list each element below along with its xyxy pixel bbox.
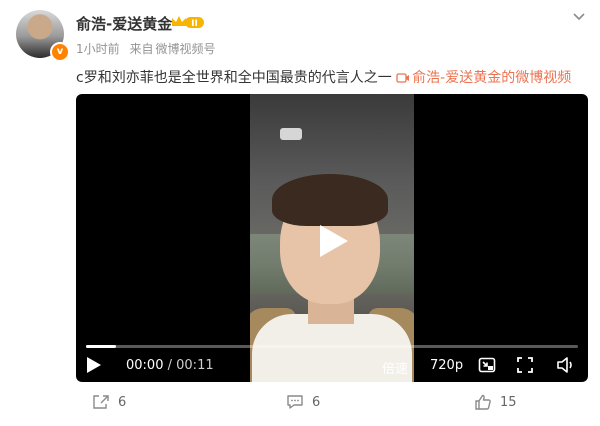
chevron-down-icon[interactable] (570, 8, 588, 26)
post-text: c罗和刘亦菲也是全世界和全中国最贵的代言人之一 俞浩-爱送黄金的微博视频 (76, 67, 571, 87)
member-crown-badge[interactable]: II (170, 14, 206, 30)
thumbs-up-icon (475, 394, 491, 410)
video-icon (396, 73, 410, 83)
duration: 00:11 (176, 358, 214, 373)
post-time[interactable]: 1小时前 (76, 42, 120, 56)
badge-level: II (191, 19, 198, 29)
quality-button[interactable]: 720p (430, 358, 463, 373)
share-icon (93, 395, 109, 409)
video-link-label[interactable]: 俞浩-爱送黄金的微博视频 (412, 70, 571, 86)
post-body: c罗和刘亦菲也是全世界和全中国最贵的代言人之一 (76, 70, 392, 86)
comment-count: 6 (312, 394, 321, 410)
comment-icon (287, 395, 303, 409)
time-separator: / (167, 358, 172, 373)
video-player[interactable]: 00:00 / 00:11 倍速 720p (76, 94, 588, 382)
share-button[interactable]: 6 (92, 394, 126, 410)
current-time: 00:00 (126, 358, 164, 373)
source-prefix: 来自 (129, 42, 154, 56)
play-overlay-icon[interactable] (312, 221, 352, 261)
fullscreen-icon[interactable] (516, 356, 534, 374)
source-link[interactable]: 微博视频号 (155, 42, 215, 56)
progress-fill (86, 345, 116, 348)
time-display: 00:00 / 00:11 (126, 358, 214, 373)
verified-badge: v (50, 42, 70, 62)
like-count: 15 (500, 394, 517, 410)
like-button[interactable]: 15 (474, 394, 517, 410)
comment-button[interactable]: 6 (286, 394, 320, 410)
play-icon[interactable] (86, 356, 102, 374)
crown-icon: II (172, 16, 204, 29)
video-link[interactable]: 俞浩-爱送黄金的微博视频 (396, 70, 571, 86)
picture-in-picture-icon[interactable] (478, 356, 496, 374)
share-count: 6 (118, 394, 127, 410)
volume-icon[interactable] (556, 355, 576, 375)
post-meta: 1小时前 来自 微博视频号 (76, 40, 222, 57)
speed-button[interactable]: 倍速 (382, 358, 408, 377)
progress-bar[interactable] (86, 345, 578, 348)
author-name[interactable]: 俞浩-爱送黄金 (76, 13, 172, 34)
